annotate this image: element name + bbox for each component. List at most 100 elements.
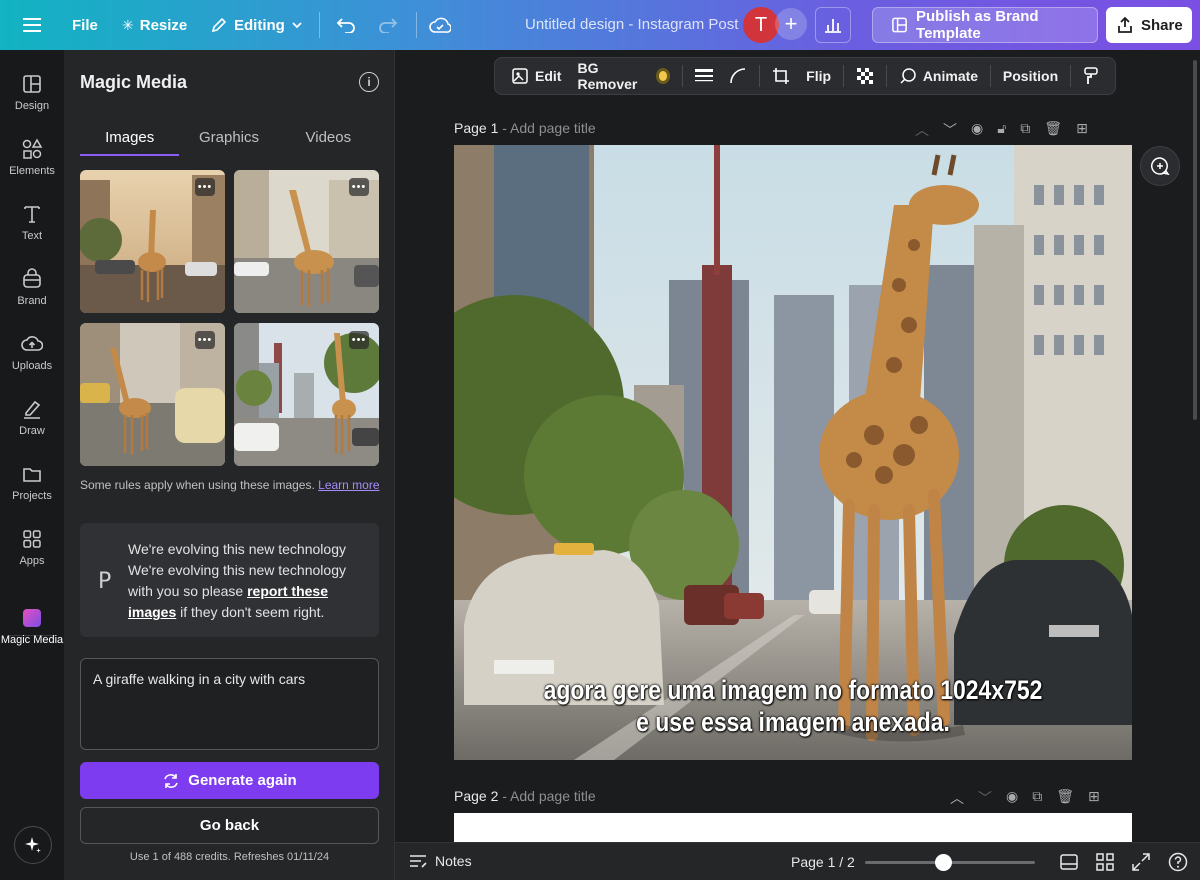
document-title[interactable]: Untitled design - Instagram Post: [525, 16, 738, 33]
generated-image-3[interactable]: •••: [80, 323, 225, 466]
redo-icon[interactable]: [370, 8, 406, 42]
page-1-canvas[interactable]: agora gere uma imagem no formato 1024x75…: [454, 145, 1132, 760]
grid-view-icon[interactable]: [1095, 852, 1115, 872]
insights-button[interactable]: [815, 7, 851, 43]
rail-item-elements[interactable]: Elements: [0, 127, 64, 187]
generated-image-2[interactable]: •••: [234, 170, 379, 313]
zoom-slider[interactable]: [865, 854, 1035, 871]
context-toolbar: Edit BG Remover Flip Animate Position: [494, 57, 1116, 95]
rail-item-uploads[interactable]: Uploads: [0, 322, 64, 382]
generate-again-button[interactable]: Generate again: [80, 762, 379, 799]
divider: [990, 65, 991, 87]
add-collaborator-button[interactable]: +: [775, 8, 807, 40]
sparkle-icon: [25, 837, 41, 853]
divider: [759, 65, 761, 87]
position-button[interactable]: Position: [995, 61, 1066, 91]
editing-mode-dropdown[interactable]: Editing: [200, 8, 313, 42]
magic-media-icon: [21, 607, 43, 629]
crop-icon[interactable]: [764, 61, 798, 91]
rail-item-apps[interactable]: Apps: [0, 517, 64, 577]
duplicate-page-icon[interactable]: ⧉: [1020, 120, 1030, 140]
edit-image-button[interactable]: Edit: [503, 61, 569, 91]
vertical-scrollbar[interactable]: [1193, 60, 1197, 420]
border-style-icon[interactable]: [687, 61, 721, 91]
more-options-icon[interactable]: •••: [195, 331, 215, 349]
learn-more-link[interactable]: Learn more: [318, 478, 379, 492]
zoom-slider-handle[interactable]: [935, 854, 953, 871]
tab-images[interactable]: Images: [80, 120, 180, 156]
add-page-title[interactable]: - Add page title: [498, 788, 595, 804]
page-1-title[interactable]: Page 1 - Add page title: [454, 120, 596, 136]
share-button[interactable]: Share: [1106, 7, 1192, 43]
rail-item-draw[interactable]: Draw: [0, 387, 64, 447]
cloud-upload-icon: [21, 335, 43, 351]
lock-icon[interactable]: 🔓︎: [997, 120, 1006, 140]
chevron-down-icon[interactable]: ﹀: [978, 788, 992, 808]
folder-icon: [23, 467, 41, 482]
bg-remover-button[interactable]: BG Remover: [569, 60, 678, 92]
refresh-icon: [164, 773, 179, 788]
thumbnail-view-icon[interactable]: [1059, 852, 1079, 872]
generated-image-4[interactable]: •••: [234, 323, 379, 466]
tab-videos[interactable]: Videos: [279, 120, 378, 156]
transparency-icon[interactable]: [848, 61, 882, 91]
duplicate-page-icon[interactable]: ⧉: [1032, 788, 1042, 808]
delete-page-icon[interactable]: 🗑︎: [1044, 120, 1062, 140]
chevron-up-icon[interactable]: ︿: [915, 120, 929, 140]
add-page-title[interactable]: - Add page title: [498, 120, 595, 136]
chevron-up-icon[interactable]: ︿: [950, 788, 964, 808]
top-bar: File ✳ Resize Editing Untitled design - …: [0, 0, 1200, 50]
tab-graphics[interactable]: Graphics: [179, 120, 278, 156]
rail-label: Apps: [19, 554, 45, 567]
page-indicator[interactable]: Page 1 / 2: [791, 854, 855, 870]
image-edit-icon: [512, 68, 528, 84]
copy-style-icon[interactable]: [1075, 61, 1107, 91]
menu-icon[interactable]: [14, 8, 50, 42]
page-2-title[interactable]: Page 2 - Add page title: [454, 788, 596, 804]
file-menu[interactable]: File: [62, 8, 108, 42]
corner-rounding-icon[interactable]: [721, 61, 755, 91]
rail-item-brand[interactable]: Brand: [0, 257, 64, 317]
flip-label: Flip: [806, 68, 832, 84]
chevron-down-icon[interactable]: ﹀: [943, 120, 957, 140]
panel-title: Magic Media: [80, 72, 188, 92]
add-page-icon[interactable]: ⊞: [1088, 788, 1100, 808]
page-2-tools: ︿ ﹀ ◉ ⧉ 🗑︎ ⊞: [950, 788, 1100, 808]
add-page-icon[interactable]: ⊞: [1076, 120, 1088, 140]
divider: [843, 65, 844, 87]
more-options-icon[interactable]: •••: [349, 178, 369, 196]
info-icon[interactable]: i: [359, 72, 379, 92]
undo-icon[interactable]: [328, 8, 364, 42]
more-options-icon[interactable]: •••: [195, 178, 215, 196]
magic-assistant-button[interactable]: [14, 826, 52, 864]
notes-button[interactable]: Notes: [409, 853, 472, 869]
file-label: File: [72, 16, 98, 34]
publish-brand-template-button[interactable]: Publish as Brand Template: [872, 7, 1098, 43]
fullscreen-icon[interactable]: [1131, 852, 1151, 872]
rail-item-magic-media[interactable]: Magic Media: [0, 596, 64, 656]
hide-page-icon[interactable]: ◉: [971, 120, 983, 140]
cloud-save-icon[interactable]: [422, 8, 458, 42]
avatar[interactable]: T: [743, 7, 779, 43]
add-comment-button[interactable]: [1140, 146, 1180, 186]
help-icon[interactable]: [1168, 852, 1188, 872]
resize-label: Resize: [139, 16, 188, 34]
rail-item-projects[interactable]: Projects: [0, 452, 64, 512]
generated-image-1[interactable]: •••: [80, 170, 225, 313]
more-options-icon[interactable]: •••: [349, 331, 369, 349]
bottom-bar: Notes Page 1 / 2: [395, 842, 1200, 880]
rail-item-text[interactable]: Text: [0, 192, 64, 252]
pencil-icon: [211, 17, 227, 33]
prompt-input[interactable]: A giraffe walking in a city with cars: [80, 658, 379, 750]
divider: [682, 65, 684, 87]
bar-chart-icon: [825, 19, 841, 33]
go-back-button[interactable]: Go back: [80, 807, 379, 844]
hide-page-icon[interactable]: ◉: [1006, 788, 1018, 808]
resize-button[interactable]: ✳ Resize: [112, 8, 197, 42]
page-2-canvas[interactable]: [454, 813, 1132, 842]
rail-item-design[interactable]: Design: [0, 62, 64, 122]
flip-button[interactable]: Flip: [798, 61, 839, 91]
delete-page-icon[interactable]: 🗑︎: [1056, 788, 1074, 808]
text-icon: [24, 205, 40, 223]
animate-button[interactable]: Animate: [891, 61, 986, 91]
